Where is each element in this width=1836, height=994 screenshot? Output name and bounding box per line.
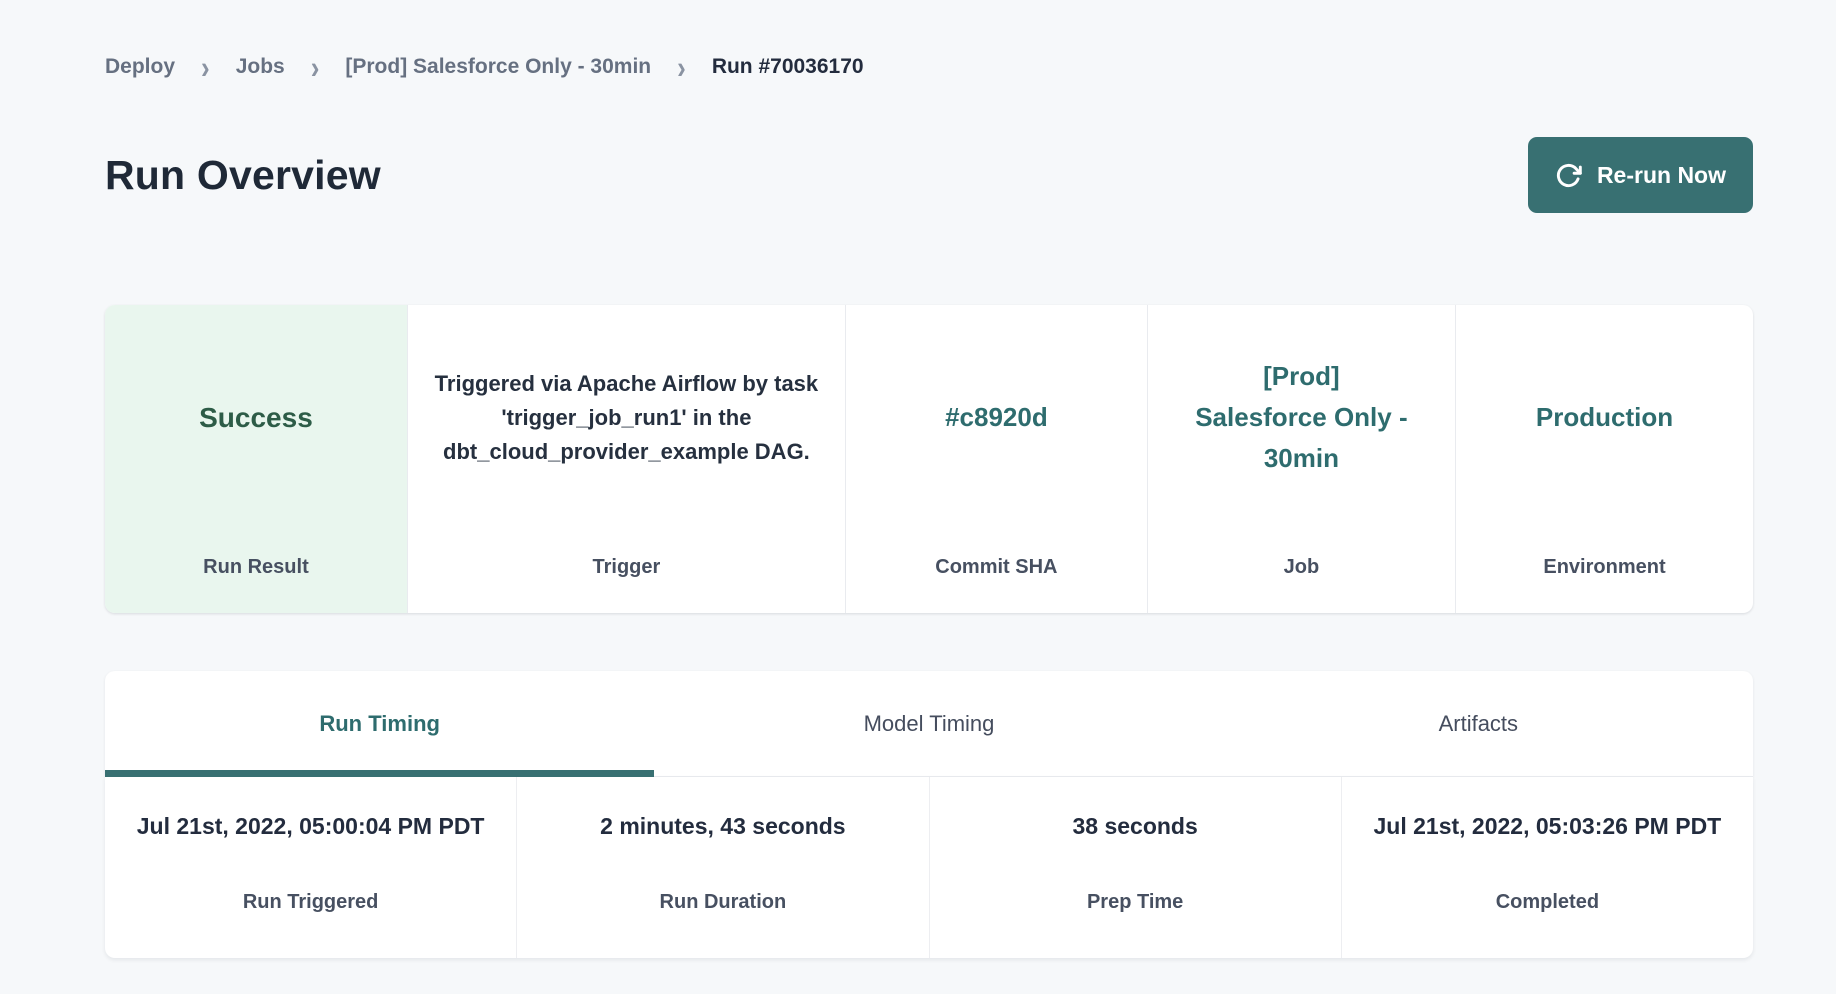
breadcrumb: Deploy › Jobs › [Prod] Salesforce Only -…	[105, 50, 1753, 84]
breadcrumb-jobs[interactable]: Jobs	[236, 50, 285, 84]
run-detail-panel: Run Timing Model Timing Artifacts Jul 21…	[105, 671, 1753, 958]
commit-sha-link[interactable]: #c8920d	[945, 305, 1048, 556]
trigger-label: Trigger	[593, 556, 661, 579]
prep-time-label: Prep Time	[1087, 891, 1183, 914]
run-duration-value: 2 minutes, 43 seconds	[600, 809, 845, 885]
run-result-label: Run Result	[203, 556, 309, 579]
run-duration-cell: 2 minutes, 43 seconds Run Duration	[516, 777, 928, 958]
breadcrumb-deploy[interactable]: Deploy	[105, 50, 175, 84]
environment-label: Environment	[1543, 556, 1665, 579]
breadcrumb-job-name[interactable]: [Prod] Salesforce Only - 30min	[345, 50, 651, 84]
tab-run-timing[interactable]: Run Timing	[105, 671, 654, 776]
completed-label: Completed	[1496, 891, 1599, 914]
run-timing-panel: Jul 21st, 2022, 05:00:04 PM PDT Run Trig…	[105, 777, 1753, 958]
prep-time-cell: 38 seconds Prep Time	[929, 777, 1341, 958]
run-overview-page: Deploy › Jobs › [Prod] Salesforce Only -…	[0, 0, 1836, 958]
breadcrumb-run-number: Run #70036170	[712, 50, 864, 84]
trigger-value: Triggered via Apache Airflow by task 'tr…	[432, 305, 821, 556]
chevron-right-icon: ›	[311, 49, 320, 85]
job-cell: [Prod] Salesforce Only - 30min Job	[1147, 305, 1455, 613]
job-label: Job	[1284, 556, 1320, 579]
page-title: Run Overview	[105, 152, 381, 199]
tab-model-timing[interactable]: Model Timing	[654, 671, 1203, 776]
run-result-value: Success	[199, 305, 313, 556]
prep-time-value: 38 seconds	[1072, 809, 1197, 885]
tab-bar: Run Timing Model Timing Artifacts	[105, 671, 1753, 777]
run-triggered-value: Jul 21st, 2022, 05:00:04 PM PDT	[137, 809, 485, 885]
rerun-now-button[interactable]: Re-run Now	[1528, 137, 1753, 213]
commit-sha-label: Commit SHA	[935, 556, 1057, 579]
chevron-right-icon: ›	[677, 49, 686, 85]
environment-cell: Production Environment	[1455, 305, 1753, 613]
trigger-cell: Triggered via Apache Airflow by task 'tr…	[407, 305, 845, 613]
completed-cell: Jul 21st, 2022, 05:03:26 PM PDT Complete…	[1341, 777, 1753, 958]
completed-value: Jul 21st, 2022, 05:03:26 PM PDT	[1374, 809, 1722, 885]
header-row: Run Overview Re-run Now	[105, 136, 1753, 214]
run-triggered-cell: Jul 21st, 2022, 05:00:04 PM PDT Run Trig…	[105, 777, 516, 958]
run-duration-label: Run Duration	[660, 891, 787, 914]
environment-link[interactable]: Production	[1536, 305, 1673, 556]
refresh-cw-icon	[1555, 162, 1582, 189]
job-link[interactable]: [Prod] Salesforce Only - 30min	[1194, 305, 1409, 556]
run-summary-card: Success Run Result Triggered via Apache …	[105, 305, 1753, 613]
tab-artifacts[interactable]: Artifacts	[1204, 671, 1753, 776]
commit-sha-cell: #c8920d Commit SHA	[845, 305, 1147, 613]
rerun-now-label: Re-run Now	[1597, 162, 1726, 189]
run-triggered-label: Run Triggered	[243, 891, 379, 914]
run-result-cell: Success Run Result	[105, 305, 407, 613]
chevron-right-icon: ›	[201, 49, 210, 85]
